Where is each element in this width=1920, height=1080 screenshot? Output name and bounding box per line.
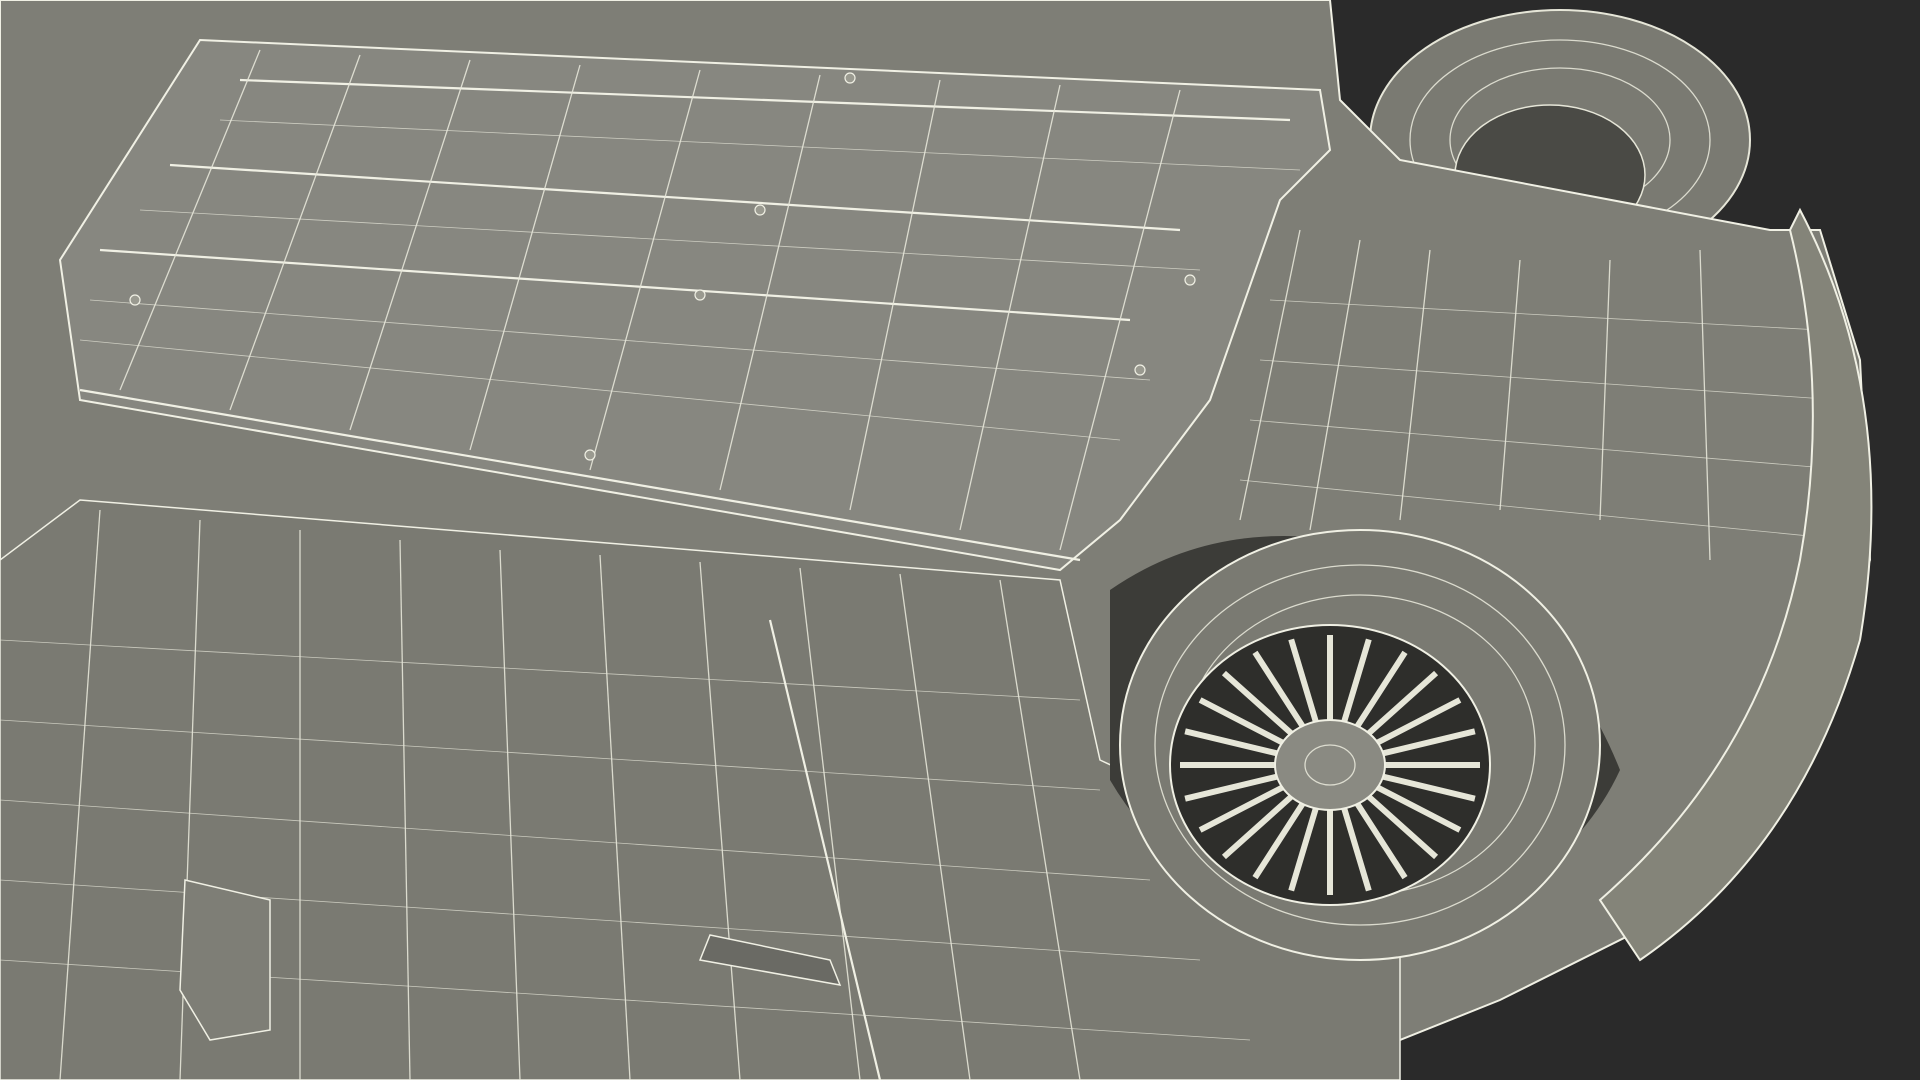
wireframe-render [0, 0, 1920, 1080]
render-viewport [0, 0, 1920, 1080]
front-wheel [1119, 529, 1601, 961]
wheel-hub [1274, 719, 1386, 811]
